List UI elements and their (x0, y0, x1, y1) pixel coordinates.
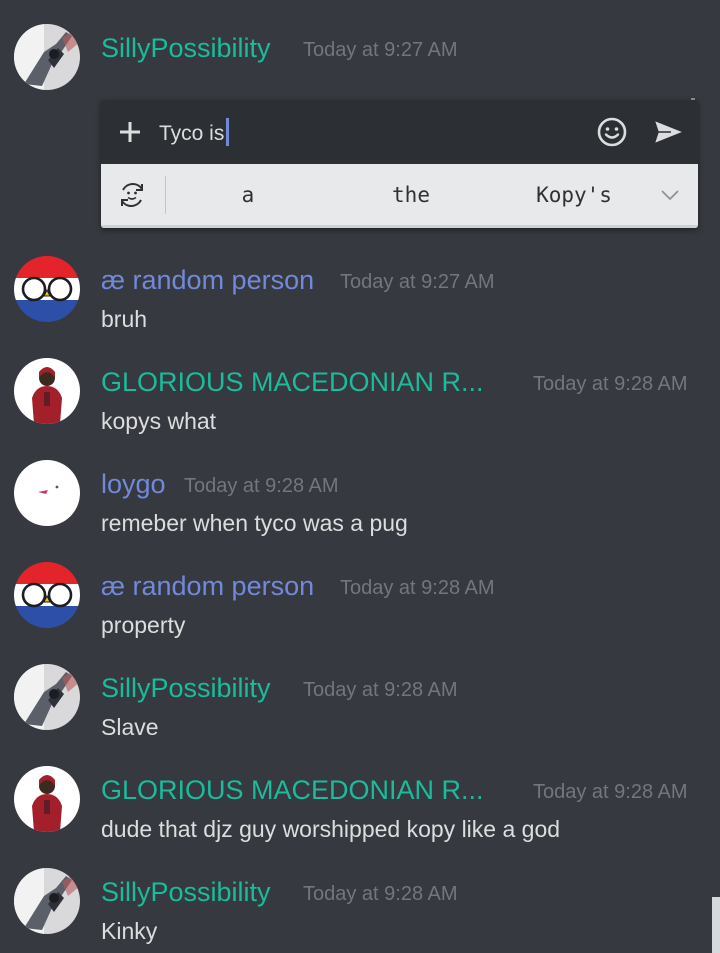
avatar[interactable] (14, 562, 80, 628)
avatar-ball-image (14, 256, 80, 322)
suggestion-bar-edge (101, 225, 698, 228)
text-caret (226, 118, 230, 146)
timestamp: Today at 9:28 AM (340, 577, 495, 599)
plus-icon[interactable] (115, 114, 145, 150)
avatar[interactable] (14, 766, 80, 832)
username[interactable]: SillyPossibility (101, 30, 271, 66)
send-icon[interactable] (651, 117, 687, 147)
avatar-white-image (14, 460, 80, 526)
refresh-icon[interactable] (115, 178, 149, 212)
message-text: Slave (101, 714, 159, 740)
avatar-silly-image (14, 664, 80, 730)
keyboard-suggestion-bar: a the Kopy's (101, 164, 698, 228)
username[interactable]: GLORIOUS MACEDONIAN R... (101, 772, 484, 808)
avatar-person-image (14, 766, 80, 832)
username[interactable]: æ random person (101, 262, 314, 298)
message-composer: Tyco is a the Kopy's (101, 100, 698, 228)
message-header: SillyPossibility Today at 9:28 AM (101, 670, 706, 706)
message-text: Kinky (101, 918, 158, 944)
timestamp: Today at 9:28 AM (533, 373, 688, 395)
suggestion-word[interactable]: the (351, 180, 471, 210)
message-text: property (101, 612, 186, 638)
avatar-person-image (14, 358, 80, 424)
scrollbar-thumb[interactable] (712, 897, 720, 953)
message-header: GLORIOUS MACEDONIAN R... Today at 9:28 A… (101, 364, 706, 400)
username[interactable]: SillyPossibility (101, 670, 271, 706)
username[interactable]: æ random person (101, 568, 314, 604)
message-text: remeber when tyco was a pug (101, 510, 408, 536)
timestamp: Today at 9:28 AM (303, 883, 458, 905)
message-text: kopys what (101, 408, 217, 434)
message-input-text: Tyco is (159, 122, 225, 145)
message-header: SillyPossibility Today at 9:28 AM (101, 874, 706, 910)
message-header: GLORIOUS MACEDONIAN R... Today at 9:28 A… (101, 772, 706, 808)
message-header: loygo Today at 9:28 AM (101, 466, 706, 502)
message-input[interactable]: Tyco is (159, 118, 230, 149)
chevron-down-icon[interactable] (659, 184, 681, 206)
avatar[interactable] (14, 358, 80, 424)
timestamp: Today at 9:27 AM (303, 39, 458, 61)
avatar[interactable] (14, 460, 80, 526)
suggestion-divider (165, 176, 166, 214)
avatar-ball-image (14, 562, 80, 628)
timestamp: Today at 9:27 AM (340, 271, 495, 293)
avatar[interactable] (14, 24, 80, 90)
username[interactable]: SillyPossibility (101, 874, 271, 910)
message-header: æ random person Today at 9:27 AM (101, 262, 706, 298)
avatar[interactable] (14, 868, 80, 934)
message-header: æ random person Today at 9:28 AM (101, 568, 706, 604)
composer-input-row: Tyco is (101, 100, 698, 164)
suggestion-word[interactable]: Kopy's (514, 180, 634, 210)
avatar[interactable] (14, 664, 80, 730)
timestamp: Today at 9:28 AM (533, 781, 688, 803)
timestamp: Today at 9:28 AM (303, 679, 458, 701)
suggestion-word[interactable]: a (188, 180, 308, 210)
smile-icon[interactable] (595, 115, 629, 149)
avatar-silly-image (14, 868, 80, 934)
avatar[interactable] (14, 256, 80, 322)
message-text: dude that djz guy worshipped kopy like a… (101, 816, 561, 842)
message-header: SillyPossibility Today at 9:27 AM (101, 30, 706, 66)
username[interactable]: GLORIOUS MACEDONIAN R... (101, 364, 484, 400)
timestamp: Today at 9:28 AM (184, 475, 339, 497)
username[interactable]: loygo (101, 466, 166, 502)
message-text: bruh (101, 306, 148, 332)
avatar-silly-image (14, 24, 80, 90)
